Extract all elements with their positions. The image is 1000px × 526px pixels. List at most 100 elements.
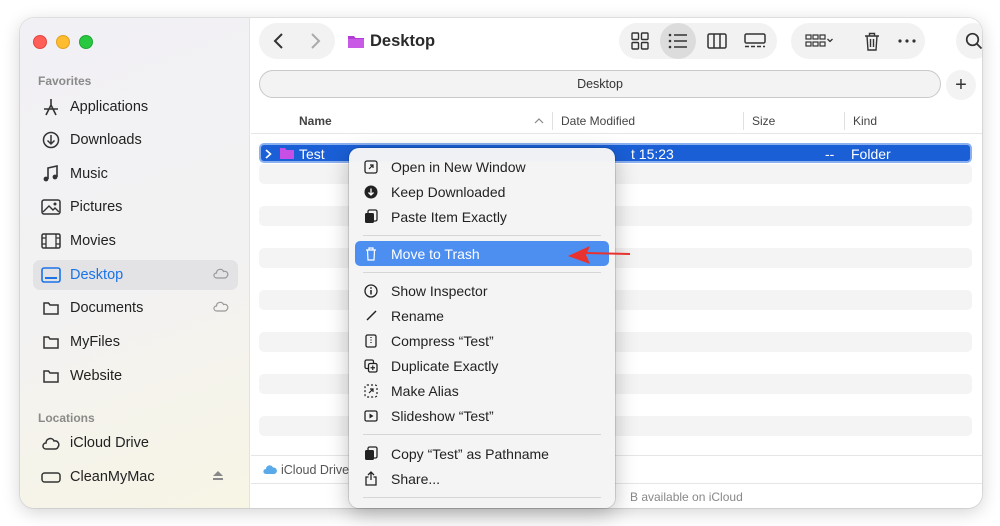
menu-separator xyxy=(363,272,601,273)
row-size: -- xyxy=(825,146,835,162)
drive-icon xyxy=(41,467,61,487)
favorites-heading: Favorites xyxy=(38,74,92,88)
menu-item-rename[interactable]: Rename xyxy=(355,303,609,328)
sidebar-item-applications[interactable]: Applications xyxy=(33,92,238,122)
icloud-icon xyxy=(263,465,277,474)
archive-icon xyxy=(363,333,379,349)
grid-icon xyxy=(631,32,649,50)
menu-separator xyxy=(363,497,601,498)
gallery-icon xyxy=(744,33,766,48)
menu-item-keep-downloaded[interactable]: Keep Downloaded xyxy=(355,179,609,204)
icloud-status-icon xyxy=(212,300,230,314)
context-menu: Open in New Window Keep Downloaded Paste… xyxy=(349,148,615,508)
column-header: Name Date Modified Size Kind xyxy=(251,108,982,134)
search-icon xyxy=(965,32,982,50)
column-divider xyxy=(844,112,845,130)
eject-icon[interactable] xyxy=(212,469,230,483)
trash-icon xyxy=(363,246,379,262)
sidebar-item-cleanmymac[interactable]: CleanMyMac xyxy=(33,462,238,492)
window-title: Desktop xyxy=(347,32,435,51)
menu-item-paste-item-exactly[interactable]: Paste Item Exactly xyxy=(355,204,609,229)
group-grid-chevron-icon xyxy=(805,34,833,47)
icloud-icon xyxy=(41,433,61,453)
music-icon xyxy=(41,164,61,184)
row-name: Test xyxy=(299,146,325,162)
sidebar: Favorites Applications Downloads Music P… xyxy=(20,18,250,508)
sidebar-item-documents[interactable]: Documents xyxy=(33,293,238,323)
close-window-button[interactable] xyxy=(33,35,47,49)
back-button[interactable] xyxy=(261,23,297,59)
sidebar-item-music[interactable]: Music xyxy=(33,159,238,189)
menu-item-show-inspector[interactable]: Show Inspector xyxy=(355,278,609,303)
path-bar[interactable]: Desktop xyxy=(259,70,941,98)
search-button[interactable] xyxy=(956,23,982,59)
zoom-window-button[interactable] xyxy=(79,35,93,49)
duplicate-icon xyxy=(363,358,379,374)
list-icon xyxy=(668,33,687,49)
pencil-icon xyxy=(363,308,379,324)
download-circle-icon xyxy=(363,184,379,200)
desktop-icon xyxy=(41,265,61,285)
column-kind[interactable]: Kind xyxy=(853,114,877,128)
sidebar-item-website[interactable]: Website xyxy=(33,361,238,391)
storage-available-label: B available on iCloud xyxy=(630,490,743,504)
plus-icon: + xyxy=(955,73,967,96)
pictures-icon xyxy=(41,197,61,217)
documents-icon xyxy=(41,298,61,318)
column-divider xyxy=(552,112,553,130)
folder-purple-icon xyxy=(280,148,294,159)
menu-separator xyxy=(363,434,601,435)
row-date: t 15:23 xyxy=(631,146,674,162)
movies-icon xyxy=(41,231,61,251)
open-window-icon xyxy=(363,159,379,175)
sidebar-item-pictures[interactable]: Pictures xyxy=(33,192,238,222)
disclosure-triangle-icon xyxy=(265,149,272,159)
folder-icon xyxy=(41,366,61,386)
alias-icon xyxy=(363,383,379,399)
icon-view-button[interactable] xyxy=(622,23,658,59)
chevron-right-icon xyxy=(311,33,321,49)
menu-item-compress[interactable]: Compress “Test” xyxy=(355,328,609,353)
play-icon xyxy=(363,408,379,424)
column-view-button[interactable] xyxy=(699,23,735,59)
downloads-icon xyxy=(41,130,61,150)
icloud-status-icon xyxy=(212,267,230,281)
more-button[interactable] xyxy=(889,23,925,59)
sort-ascending-icon xyxy=(534,118,544,124)
menu-item-share[interactable]: Share... xyxy=(355,466,609,491)
share-icon xyxy=(363,471,379,487)
menu-item-open-in-new-window[interactable]: Open in New Window xyxy=(355,154,609,179)
menu-separator xyxy=(363,235,601,236)
locations-heading: Locations xyxy=(38,411,95,425)
menu-item-duplicate-exactly[interactable]: Duplicate Exactly xyxy=(355,353,609,378)
group-by-button[interactable] xyxy=(796,23,842,59)
add-tab-button[interactable]: + xyxy=(946,70,976,100)
gallery-view-button[interactable] xyxy=(737,23,773,59)
column-name[interactable]: Name xyxy=(299,114,332,128)
trash-icon xyxy=(865,32,879,51)
applications-icon xyxy=(41,97,61,117)
column-date-modified[interactable]: Date Modified xyxy=(561,114,635,128)
forward-button[interactable] xyxy=(297,23,333,59)
sidebar-item-icloud-drive[interactable]: iCloud Drive xyxy=(33,428,238,458)
row-kind: Folder xyxy=(851,146,891,162)
red-arrow-annotation xyxy=(568,246,631,264)
info-icon xyxy=(363,283,379,299)
sidebar-item-movies[interactable]: Movies xyxy=(33,226,238,256)
menu-item-make-alias[interactable]: Make Alias xyxy=(355,378,609,403)
ellipsis-icon xyxy=(898,39,916,43)
status-path-label: iCloud Drive xyxy=(281,463,350,477)
folder-purple-icon xyxy=(348,36,364,48)
menu-item-slideshow[interactable]: Slideshow “Test” xyxy=(355,403,609,428)
column-size[interactable]: Size xyxy=(752,114,775,128)
list-view-button[interactable] xyxy=(660,23,696,59)
trash-button[interactable] xyxy=(854,23,890,59)
minimize-window-button[interactable] xyxy=(56,35,70,49)
sidebar-item-desktop[interactable]: Desktop xyxy=(33,260,238,290)
columns-icon xyxy=(707,33,727,49)
folder-icon xyxy=(41,332,61,352)
menu-item-copy-as-pathname[interactable]: Copy “Test” as Pathname xyxy=(355,441,609,466)
sidebar-item-myfiles[interactable]: MyFiles xyxy=(33,327,238,357)
sidebar-item-downloads[interactable]: Downloads xyxy=(33,125,238,155)
paste-icon xyxy=(363,209,379,225)
